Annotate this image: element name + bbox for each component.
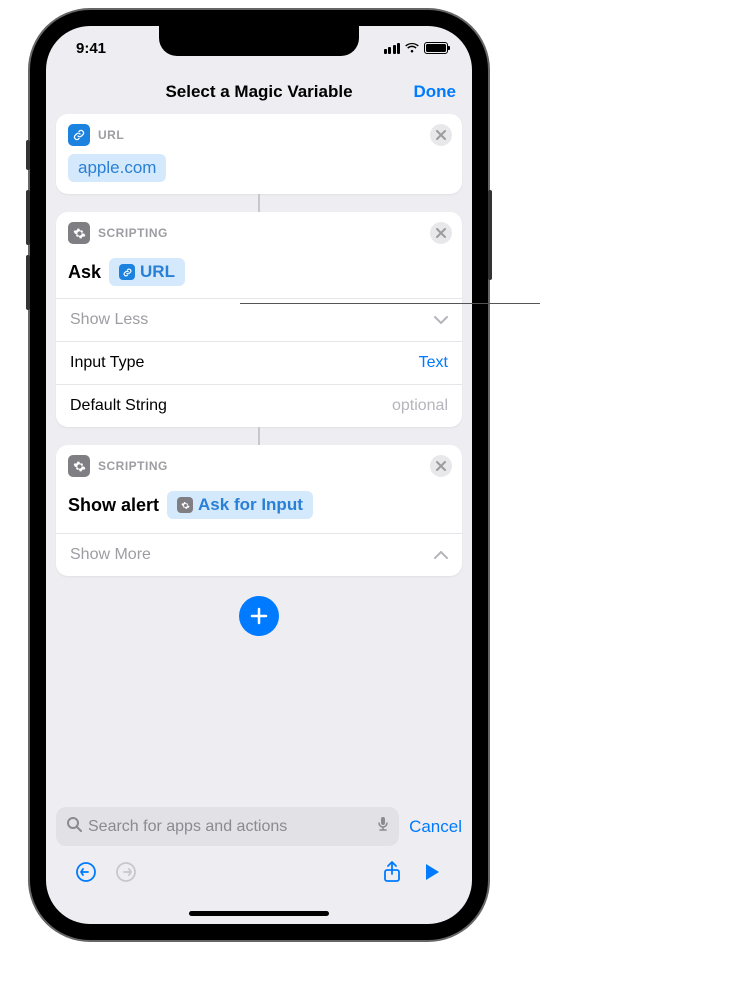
nav-bar: Select a Magic Variable Done <box>46 70 472 114</box>
callout-line <box>240 303 540 304</box>
volume-up <box>26 190 30 245</box>
cellular-icon <box>384 43 401 54</box>
bottom-toolbar <box>46 850 472 894</box>
url-chip-text: apple.com <box>78 158 156 178</box>
dictation-icon[interactable] <box>377 816 389 837</box>
show-more-label: Show More <box>70 546 151 564</box>
search-input[interactable]: Search for apps and actions <box>56 807 399 846</box>
scripting-ask-card[interactable]: SCRIPTING Ask URL Show Less <box>56 212 462 427</box>
ask-label: Ask <box>68 262 101 283</box>
mute-switch <box>26 140 30 170</box>
volume-down <box>26 255 30 310</box>
search-icon <box>66 816 82 837</box>
close-icon[interactable] <box>430 455 452 477</box>
default-string-row[interactable]: Default String optional <box>56 384 462 427</box>
play-button[interactable] <box>412 863 452 881</box>
gear-icon <box>68 222 90 244</box>
battery-icon <box>424 42 448 54</box>
card-title-url: URL <box>98 128 124 142</box>
show-alert-label: Show alert <box>68 495 159 516</box>
chevron-down-icon <box>434 311 448 329</box>
show-more-row[interactable]: Show More <box>56 533 462 576</box>
page-title: Select a Magic Variable <box>165 82 352 102</box>
gear-icon <box>177 497 193 513</box>
notch <box>159 26 359 56</box>
url-action-card[interactable]: URL apple.com <box>56 114 462 194</box>
status-icons <box>384 42 449 54</box>
chevron-up-icon <box>434 546 448 564</box>
default-string-label: Default String <box>70 397 167 415</box>
card-title-scripting2: SCRIPTING <box>98 459 168 473</box>
link-icon <box>68 124 90 146</box>
close-icon[interactable] <box>430 222 452 244</box>
done-button[interactable]: Done <box>414 82 457 102</box>
side-button <box>488 190 492 280</box>
gear-icon <box>68 455 90 477</box>
ask-for-input-variable-chip[interactable]: Ask for Input <box>167 491 313 519</box>
default-string-placeholder: optional <box>392 397 448 415</box>
url-variable-text: URL <box>140 262 175 282</box>
scripting-alert-card[interactable]: SCRIPTING Show alert Ask for Input <box>56 445 462 576</box>
connector-line <box>258 427 260 445</box>
input-type-row[interactable]: Input Type Text <box>56 341 462 384</box>
url-variable-chip[interactable]: URL <box>109 258 185 286</box>
cancel-button[interactable]: Cancel <box>409 817 462 837</box>
search-placeholder: Search for apps and actions <box>88 818 371 836</box>
show-less-label: Show Less <box>70 311 148 329</box>
undo-button[interactable] <box>66 861 106 883</box>
show-less-row[interactable]: Show Less <box>56 298 462 341</box>
status-time: 9:41 <box>70 40 106 57</box>
add-action-button[interactable] <box>239 596 279 636</box>
link-icon <box>119 264 135 280</box>
callout-endpoint <box>536 303 537 304</box>
screen: 9:41 Select a Magic Variable Done <box>46 26 472 924</box>
ask-for-input-text: Ask for Input <box>198 495 303 515</box>
close-icon[interactable] <box>430 124 452 146</box>
input-type-label: Input Type <box>70 354 144 372</box>
home-indicator[interactable] <box>189 911 329 916</box>
card-title-scripting: SCRIPTING <box>98 226 168 240</box>
share-button[interactable] <box>372 860 412 884</box>
search-area: Search for apps and actions Cancel <box>56 807 462 846</box>
phone-frame: 9:41 Select a Magic Variable Done <box>30 10 488 940</box>
connector-line <box>258 194 260 212</box>
wifi-icon <box>404 42 420 54</box>
url-value-chip[interactable]: apple.com <box>68 154 166 182</box>
input-type-value: Text <box>419 354 448 372</box>
redo-button <box>106 861 146 883</box>
